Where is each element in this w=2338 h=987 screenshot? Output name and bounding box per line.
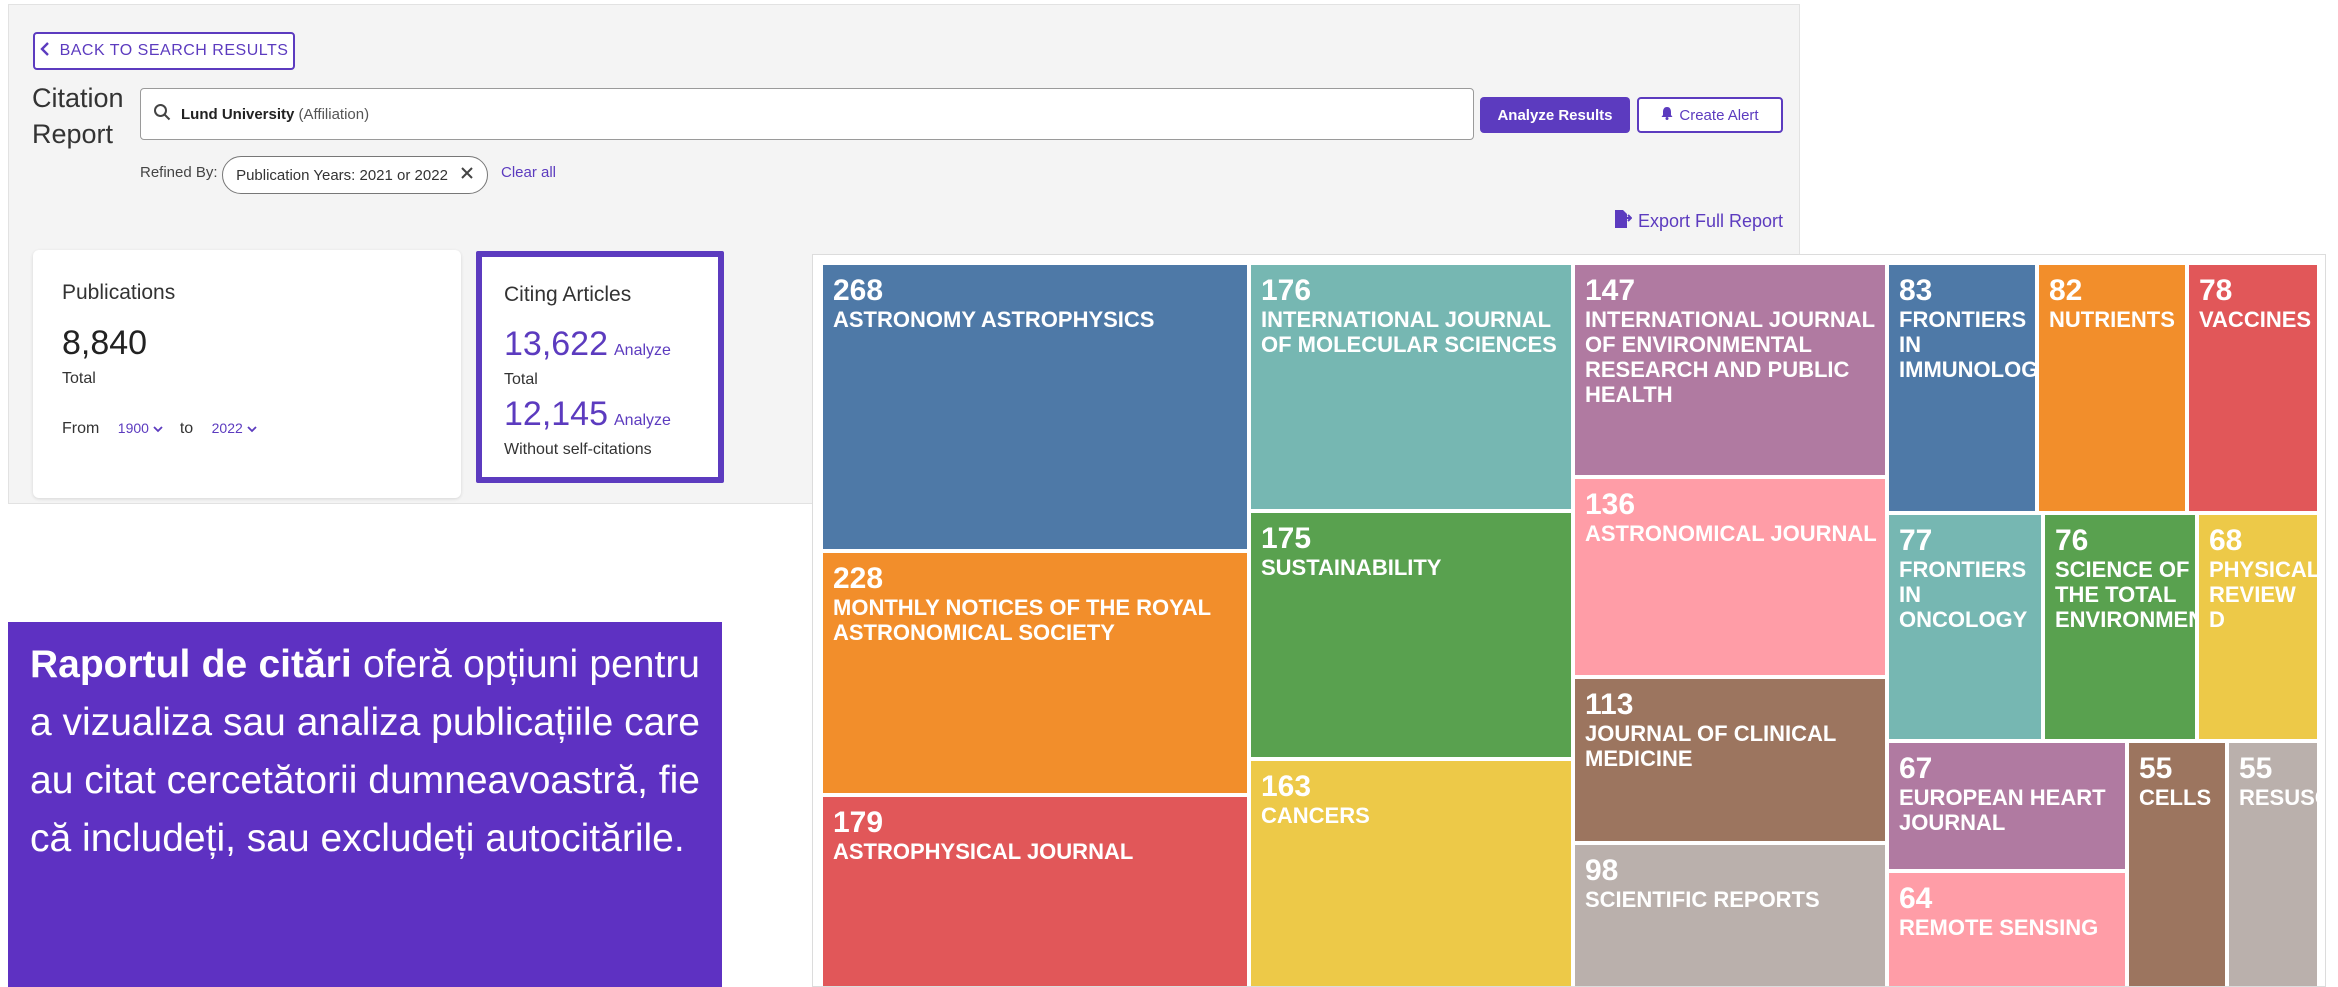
treemap-tile-count: 78 bbox=[2199, 274, 2233, 307]
treemap-tile-count: 163 bbox=[1261, 770, 1312, 803]
chevron-left-icon bbox=[39, 41, 50, 61]
treemap-tile[interactable]: 78 VACCINES bbox=[2189, 265, 2317, 511]
treemap-tile-label: RESUSCITATION bbox=[2239, 785, 2317, 810]
search-field-type: (Affiliation) bbox=[298, 105, 370, 123]
clear-all-link[interactable]: Clear all bbox=[501, 164, 556, 181]
citing-without-self-label: Without self-citations bbox=[504, 441, 652, 458]
treemap-tile-count: 179 bbox=[833, 806, 884, 839]
treemap-tile[interactable]: 179 ASTROPHYSICAL JOURNAL bbox=[823, 797, 1247, 986]
treemap-tile[interactable]: 55 CELLS bbox=[2129, 743, 2225, 986]
search-query-field[interactable]: Lund University (Affiliation) bbox=[140, 88, 1474, 140]
treemap-tile-label: JOURNAL OF CLINICAL MEDICINE bbox=[1585, 721, 1836, 771]
refined-by-label: Refined By: bbox=[140, 164, 218, 181]
treemap-tile-label: MONTHLY NOTICES OF THE ROYAL ASTRONOMICA… bbox=[833, 595, 1211, 645]
treemap-tile-count: 82 bbox=[2049, 274, 2083, 307]
treemap-tile[interactable]: 55RESUSCITATION bbox=[2229, 743, 2317, 986]
treemap-tile[interactable]: 83FRONTIERS IN IMMUNOLOGY bbox=[1889, 265, 2035, 511]
publications-count-label: Total bbox=[62, 370, 96, 387]
citing-articles-title: Citing Articles bbox=[504, 283, 632, 306]
analyze-results-button[interactable]: Analyze Results bbox=[1480, 97, 1630, 133]
treemap-tile[interactable]: 98 SCIENTIFIC REPORTS bbox=[1575, 845, 1885, 986]
citing-total: 13,622 Analyze bbox=[504, 325, 671, 363]
treemap-tile[interactable]: 163 CANCERS bbox=[1251, 761, 1571, 986]
treemap-tile[interactable]: 136 ASTRONOMICAL JOURNAL bbox=[1575, 479, 1885, 675]
page-title: Citation Report bbox=[32, 83, 124, 149]
treemap-tile-count: 77 bbox=[1899, 524, 1933, 557]
treemap-tile[interactable]: 147 INTERNATIONAL JOURNAL OF ENVIRONMENTA… bbox=[1575, 265, 1885, 475]
treemap-tile-label: NUTRIENTS bbox=[2049, 307, 2175, 332]
search-icon bbox=[153, 103, 171, 125]
treemap-tile[interactable]: 82 NUTRIENTS bbox=[2039, 265, 2185, 511]
treemap-tile[interactable]: 113 JOURNAL OF CLINICAL MEDICINE bbox=[1575, 679, 1885, 841]
treemap-tile[interactable]: 268 ASTRONOMY ASTROPHYSICS bbox=[823, 265, 1247, 549]
search-query: Lund University bbox=[181, 105, 295, 123]
treemap-tile[interactable]: 77 FRONTIERS IN ONCOLOGY bbox=[1889, 515, 2041, 739]
treemap-tile-count: 67 bbox=[1899, 752, 1933, 785]
export-file-icon bbox=[1614, 209, 1633, 234]
treemap-tile-count: 176 bbox=[1261, 274, 1312, 307]
publications-card: Publications 8,840 Total From 1900 to 20… bbox=[33, 250, 461, 498]
citing-without-self: 12,145 Analyze bbox=[504, 395, 671, 433]
treemap-tile-count: 64 bbox=[1899, 882, 1933, 915]
treemap-tile-count: 228 bbox=[833, 562, 884, 595]
citing-total-label: Total bbox=[504, 371, 538, 388]
treemap-tile-count: 175 bbox=[1261, 522, 1312, 555]
treemap-tile-label: REMOTE SENSING bbox=[1899, 915, 2099, 940]
treemap-tile-label: INTERNATIONAL JOURNAL OF MOLECULAR SCIEN… bbox=[1261, 307, 1557, 357]
treemap-tile[interactable]: 175 SUSTAINABILITY bbox=[1251, 513, 1571, 757]
treemap-tile-label: SCIENTIFIC REPORTS bbox=[1585, 887, 1820, 912]
treemap-tile-label: SUSTAINABILITY bbox=[1261, 555, 1442, 580]
back-label: BACK TO SEARCH RESULTS bbox=[59, 42, 289, 59]
create-alert-button[interactable]: Create Alert bbox=[1637, 97, 1783, 133]
year-range: From 1900 to 2022 bbox=[62, 420, 257, 438]
treemap-tile[interactable]: 67 EUROPEAN HEART JOURNAL bbox=[1889, 743, 2125, 869]
treemap-tile-label: ASTRONOMICAL JOURNAL bbox=[1585, 521, 1877, 546]
treemap-tile-count: 136 bbox=[1585, 488, 1636, 521]
analyze-without-self-link[interactable]: Analyze bbox=[614, 412, 671, 429]
treemap-tile-count: 55 bbox=[2139, 752, 2173, 785]
treemap-tile-label: CELLS bbox=[2139, 785, 2212, 810]
treemap-tile-count: 113 bbox=[1585, 688, 1634, 721]
treemap-tile-label: EUROPEAN HEART JOURNAL bbox=[1899, 785, 2106, 835]
treemap-tile-label: ASTRONOMY ASTROPHYSICS bbox=[833, 307, 1155, 332]
analyze-total-link[interactable]: Analyze bbox=[614, 342, 671, 359]
treemap-tile-label: PHYSICAL REVIEW D bbox=[2209, 557, 2317, 632]
treemap-tile-count: 68 bbox=[2209, 524, 2243, 557]
treemap-tile-label: FRONTIERS IN ONCOLOGY bbox=[1899, 557, 2028, 632]
treemap-tile-count: 268 bbox=[833, 274, 884, 307]
publications-count: 8,840 bbox=[62, 324, 148, 362]
treemap-tile-label: VACCINES bbox=[2199, 307, 2312, 332]
treemap-tile-label: ASTROPHYSICAL JOURNAL bbox=[833, 839, 1134, 864]
export-full-report-link[interactable]: Export Full Report bbox=[1614, 209, 1783, 234]
treemap-tile-label: FRONTIERS IN IMMUNOLOGY bbox=[1899, 307, 2035, 382]
publications-title: Publications bbox=[62, 281, 176, 304]
info-callout: Raportul de citări oferă opțiuni pentru … bbox=[8, 622, 722, 987]
treemap-tile-count: 76 bbox=[2055, 524, 2089, 557]
treemap-tile-count: 83 bbox=[1899, 274, 1933, 307]
chevron-down-icon bbox=[153, 420, 164, 437]
from-year-select[interactable]: 1900 bbox=[118, 420, 168, 437]
treemap-tile[interactable]: 176 INTERNATIONAL JOURNAL OF MOLECULAR SC… bbox=[1251, 265, 1571, 509]
bell-icon bbox=[1661, 106, 1673, 124]
to-year-select[interactable]: 2022 bbox=[212, 420, 258, 437]
treemap-tile[interactable]: 76SCIENCE OF THE TOTAL ENVIRONMENT bbox=[2045, 515, 2195, 739]
journal-treemap: 268 ASTRONOMY ASTROPHYSICS 228 MONTHLY NOTI… bbox=[812, 254, 2326, 987]
treemap-tile-count: 55 bbox=[2239, 752, 2273, 785]
chevron-down-icon bbox=[247, 420, 257, 437]
treemap-tile-label: INTERNATIONAL JOURNAL OF ENVIRONMENTAL R… bbox=[1585, 307, 1875, 407]
back-to-search-results-button[interactable]: BACK TO SEARCH RESULTS bbox=[33, 32, 295, 70]
treemap-tile-count: 98 bbox=[1585, 854, 1619, 887]
refine-filter-chip[interactable]: Publication Years: 2021 or 2022 bbox=[222, 156, 488, 194]
treemap-tile[interactable]: 64 REMOTE SENSING bbox=[1889, 873, 2125, 986]
close-icon[interactable] bbox=[460, 166, 474, 184]
treemap-tile-count: 147 bbox=[1585, 274, 1636, 307]
treemap-tile-label: CANCERS bbox=[1261, 803, 1370, 828]
treemap-tile[interactable]: 68 PHYSICAL REVIEW D bbox=[2199, 515, 2317, 739]
treemap-tile-label: SCIENCE OF THE TOTAL ENVIRONMENT bbox=[2055, 557, 2195, 632]
citing-articles-card: Citing Articles 13,622 Analyze Total 12,1… bbox=[476, 251, 724, 483]
treemap-tile[interactable]: 228 MONTHLY NOTICES OF THE ROYAL ASTRONOM… bbox=[823, 553, 1247, 793]
